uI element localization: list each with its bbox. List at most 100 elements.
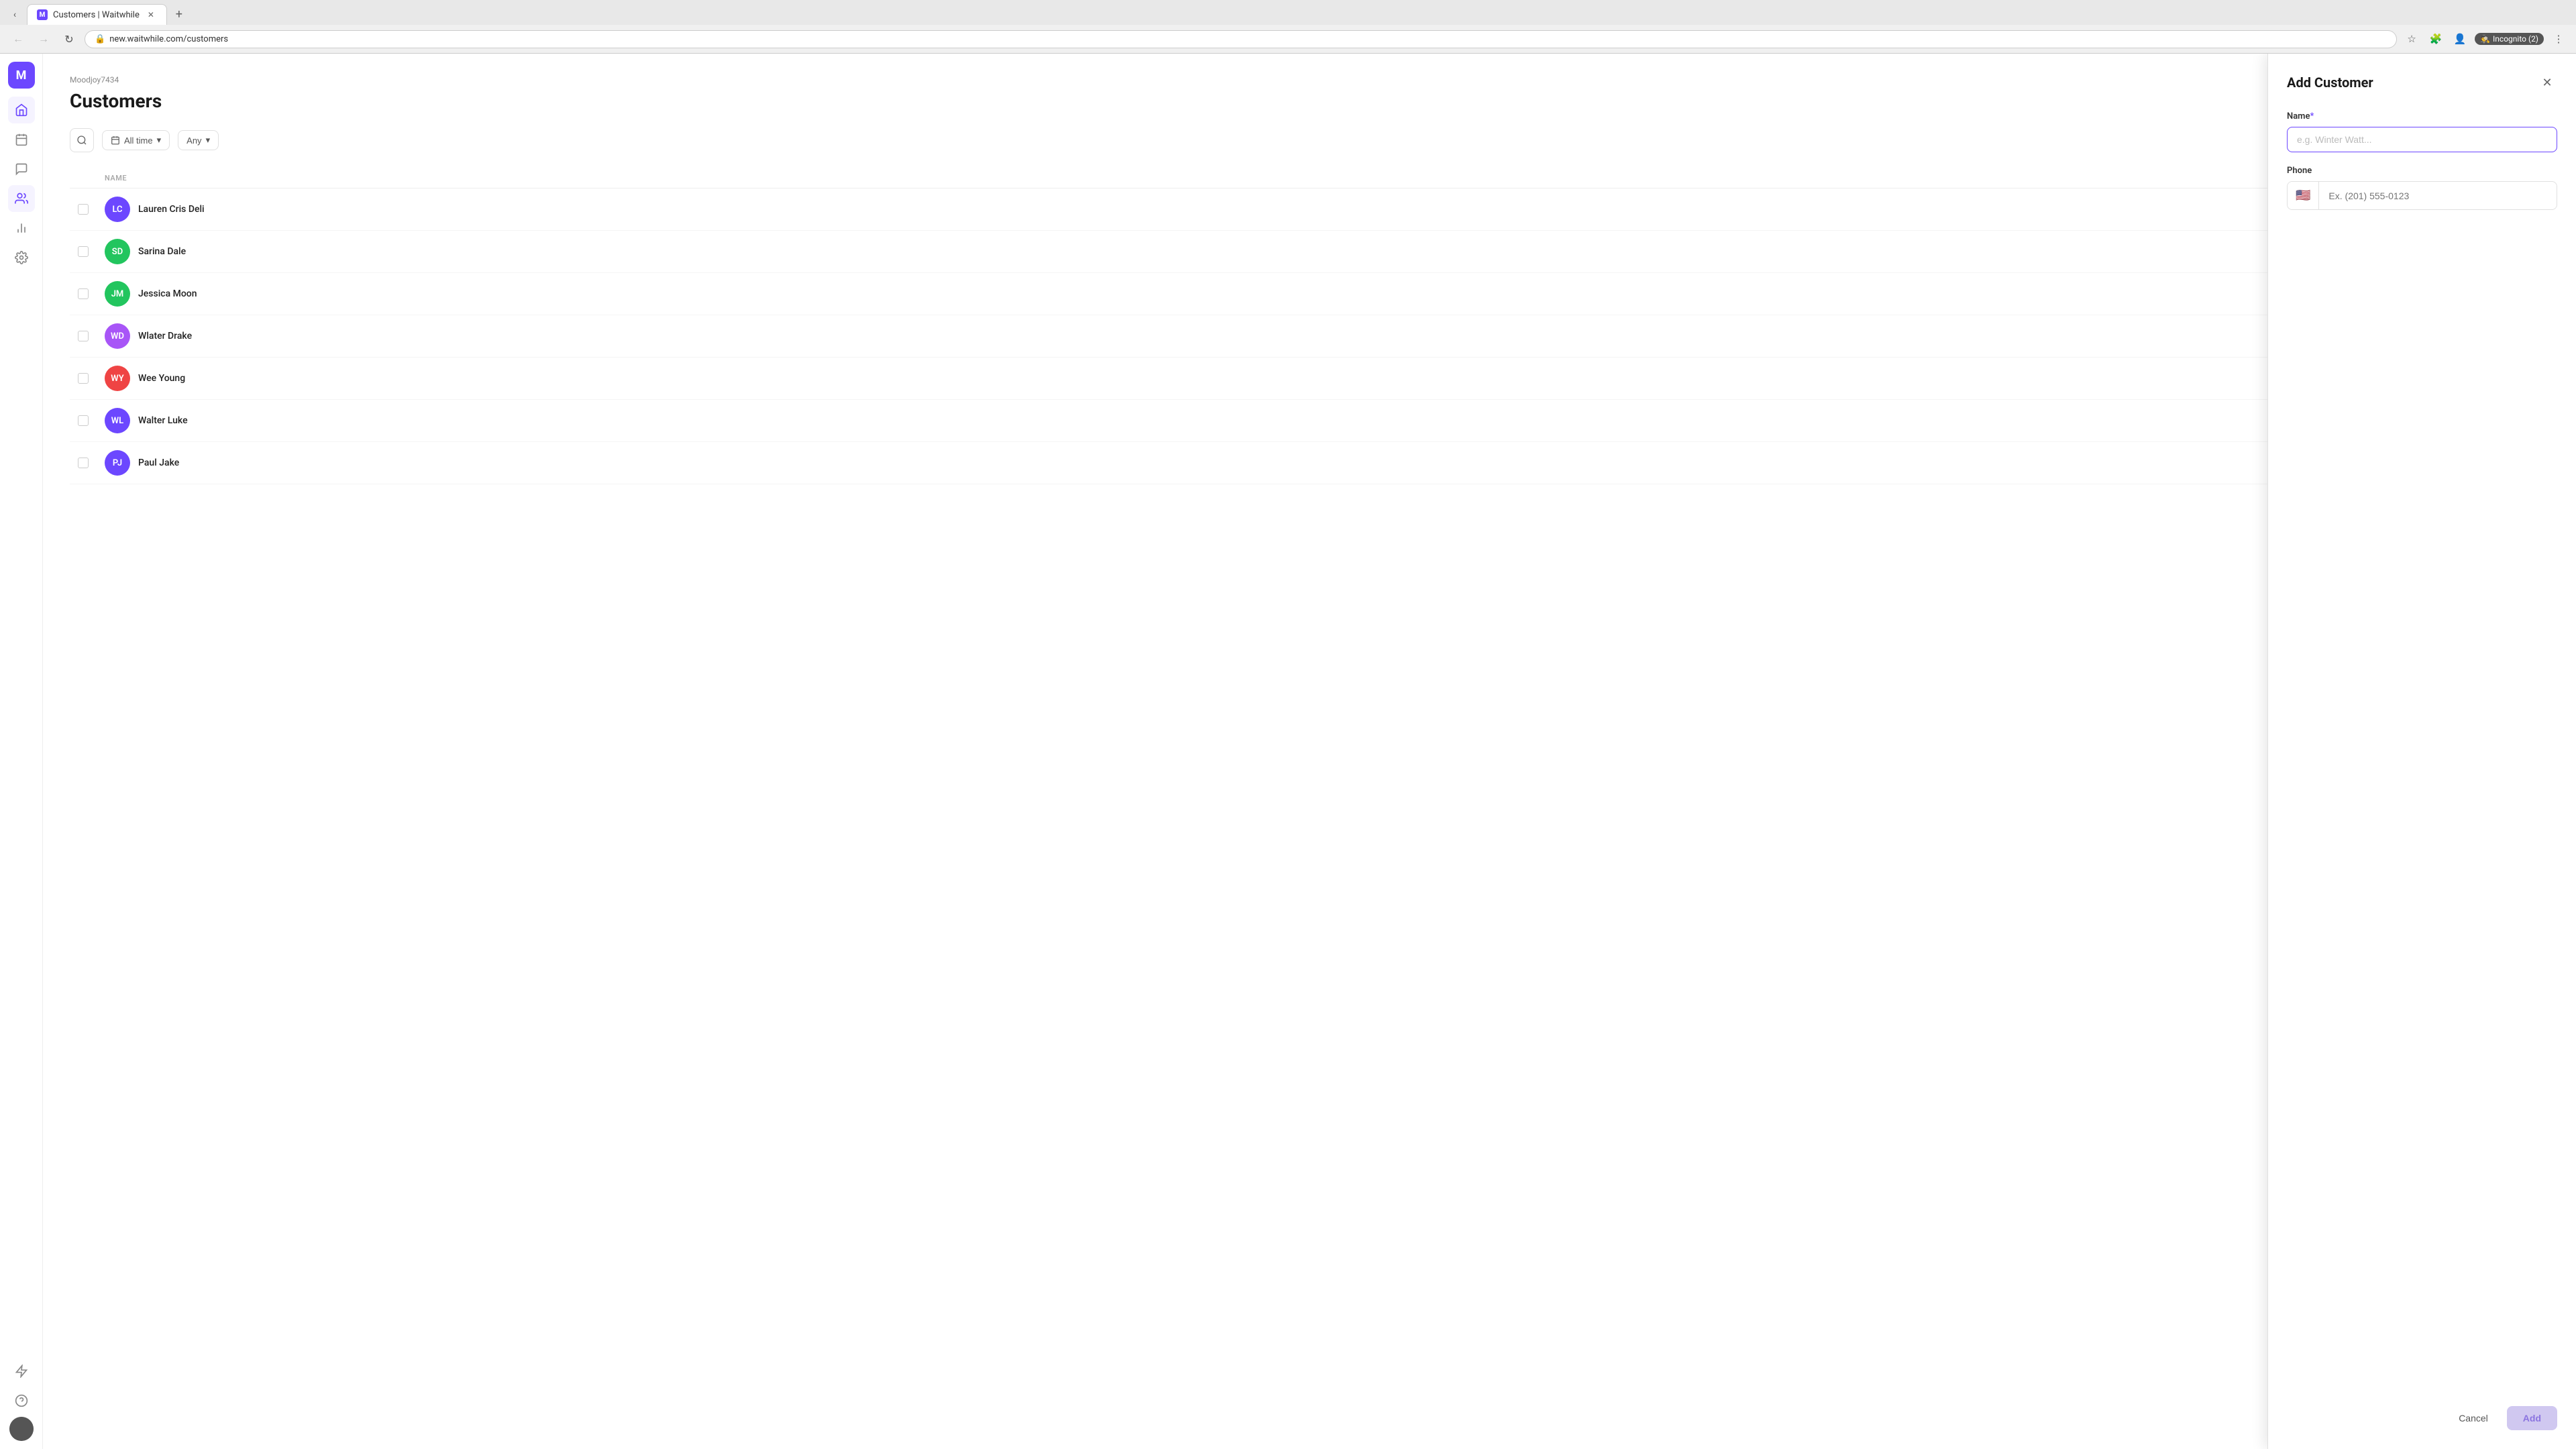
cancel-button[interactable]: Cancel [2448, 1406, 2499, 1430]
customer-avatar: WD [105, 323, 130, 349]
sidebar-item-customers[interactable] [8, 185, 35, 212]
customer-name-cell: WL Walter Luke [105, 408, 2340, 433]
customer-avatar: WL [105, 408, 130, 433]
any-filter-label: Any [186, 136, 201, 146]
panel-header: Add Customer ✕ [2287, 72, 2557, 93]
browser-chrome: ‹ M Customers | Waitwhile ✕ + ← → ↻ 🔒 ne… [0, 0, 2576, 54]
name-form-group: Name* [2287, 111, 2557, 152]
table-row[interactable]: PJ Paul Jake 1 Completed [70, 442, 2549, 484]
customer-name-cell: JM Jessica Moon [105, 281, 2340, 307]
active-tab[interactable]: M Customers | Waitwhile ✕ [27, 4, 167, 25]
row-checkbox[interactable] [78, 204, 89, 215]
row-checkbox-cell [78, 288, 105, 299]
sidebar-item-home[interactable] [8, 97, 35, 123]
sidebar-item-chat[interactable] [8, 156, 35, 182]
page-title: Customers [70, 90, 2549, 112]
tab-title: Customers | Waitwhile [53, 10, 140, 20]
time-filter-chevron: ▾ [157, 135, 162, 146]
row-checkbox-cell [78, 415, 105, 426]
table-row[interactable]: WL Walter Luke 1 Completed [70, 400, 2549, 442]
table-body: LC Lauren Cris Deli 2 Waitlist SD Sarina… [70, 189, 2549, 484]
customer-name-cell: WY Wee Young [105, 366, 2340, 391]
any-filter-btn[interactable]: Any ▾ [178, 130, 219, 150]
sidebar-item-settings[interactable] [8, 244, 35, 271]
table-row[interactable]: SD Sarina Dale 1 Waitlist [70, 231, 2549, 273]
search-button[interactable] [70, 128, 94, 152]
nav-actions: ☆ 🧩 👤 🕵 Incognito (2) ⋮ [2402, 30, 2568, 48]
tab-favicon: M [37, 9, 48, 20]
customer-name-cell: LC Lauren Cris Deli [105, 197, 2340, 222]
row-checkbox-cell [78, 204, 105, 215]
sidebar-item-calendar[interactable] [8, 126, 35, 153]
sidebar: M [0, 54, 43, 1449]
workspace-label: Moodjoy7434 [70, 75, 2549, 85]
customer-avatar: PJ [105, 450, 130, 476]
table-row[interactable]: WY Wee Young 1 Serving [70, 358, 2549, 400]
row-checkbox-cell [78, 331, 105, 341]
customers-table: NAME VISITS STATE LC Lauren Cris Deli 2 … [70, 168, 2549, 484]
time-filter-btn[interactable]: All time ▾ [102, 130, 170, 150]
customer-name: Sarina Dale [138, 246, 186, 257]
customer-name: Walter Luke [138, 415, 188, 426]
customer-avatar: SD [105, 239, 130, 264]
phone-flag-btn[interactable]: 🇺🇸 [2288, 182, 2319, 209]
phone-input-group: 🇺🇸 [2287, 181, 2557, 210]
row-checkbox[interactable] [78, 331, 89, 341]
customer-name: Jessica Moon [138, 288, 197, 299]
any-filter-chevron: ▾ [206, 135, 211, 146]
row-checkbox-cell [78, 373, 105, 384]
table-row[interactable]: LC Lauren Cris Deli 2 Waitlist [70, 189, 2549, 231]
app-container: M Moodjoy7434 Customers [0, 54, 2576, 1449]
add-customer-panel: Add Customer ✕ Name* Phone 🇺🇸 [2267, 54, 2576, 1449]
toolbar: All time ▾ Any ▾ [70, 128, 2549, 152]
user-avatar[interactable] [9, 1417, 34, 1441]
customer-name-cell: WD Wlater Drake [105, 323, 2340, 349]
back-btn[interactable]: ← [8, 29, 28, 49]
table-row[interactable]: JM Jessica Moon 1 Waitlist [70, 273, 2549, 315]
customer-name: Wlater Drake [138, 331, 192, 341]
phone-label: Phone [2287, 166, 2557, 176]
customer-name-cell: PJ Paul Jake [105, 450, 2340, 476]
phone-input[interactable] [2319, 184, 2557, 208]
row-checkbox[interactable] [78, 246, 89, 257]
customer-name-cell: SD Sarina Dale [105, 239, 2340, 264]
panel-close-btn[interactable]: ✕ [2537, 72, 2557, 93]
panel-title: Add Customer [2287, 74, 2373, 91]
header-checkbox [78, 174, 105, 182]
menu-btn[interactable]: ⋮ [2549, 30, 2568, 48]
incognito-badge: 🕵 Incognito (2) [2475, 33, 2544, 45]
customer-avatar: LC [105, 197, 130, 222]
row-checkbox[interactable] [78, 415, 89, 426]
tab-prev-btn[interactable]: ‹ [5, 5, 24, 24]
customer-name: Lauren Cris Deli [138, 204, 205, 215]
header-name: NAME [105, 174, 2340, 182]
row-checkbox-cell [78, 246, 105, 257]
customer-avatar: JM [105, 281, 130, 307]
tab-close-btn[interactable]: ✕ [145, 9, 157, 21]
add-button[interactable]: Add [2507, 1406, 2557, 1430]
panel-footer: Cancel Add [2287, 1406, 2557, 1430]
url-display: new.waitwhile.com/customers [109, 34, 228, 44]
forward-btn[interactable]: → [34, 29, 54, 49]
customer-name: Paul Jake [138, 458, 179, 468]
refresh-btn[interactable]: ↻ [59, 29, 79, 49]
new-tab-btn[interactable]: + [170, 5, 189, 24]
row-checkbox-cell [78, 458, 105, 468]
main-content: Moodjoy7434 Customers All time ▾ Any ▾ N… [43, 54, 2576, 1449]
customer-name: Wee Young [138, 373, 185, 384]
sidebar-item-help[interactable] [8, 1387, 35, 1414]
profile-btn[interactable]: 👤 [2451, 30, 2469, 48]
table-row[interactable]: WD Wlater Drake 1 Completed [70, 315, 2549, 358]
bookmark-btn[interactable]: ☆ [2402, 30, 2421, 48]
name-label: Name* [2287, 111, 2557, 121]
row-checkbox[interactable] [78, 373, 89, 384]
row-checkbox[interactable] [78, 458, 89, 468]
sidebar-item-analytics[interactable] [8, 215, 35, 241]
table-header: NAME VISITS STATE [70, 168, 2549, 189]
address-bar[interactable]: 🔒 new.waitwhile.com/customers [85, 30, 2397, 48]
row-checkbox[interactable] [78, 288, 89, 299]
sidebar-item-integrations[interactable] [8, 1358, 35, 1385]
extensions-btn[interactable]: 🧩 [2426, 30, 2445, 48]
phone-form-group: Phone 🇺🇸 [2287, 166, 2557, 210]
name-input[interactable] [2287, 127, 2557, 152]
